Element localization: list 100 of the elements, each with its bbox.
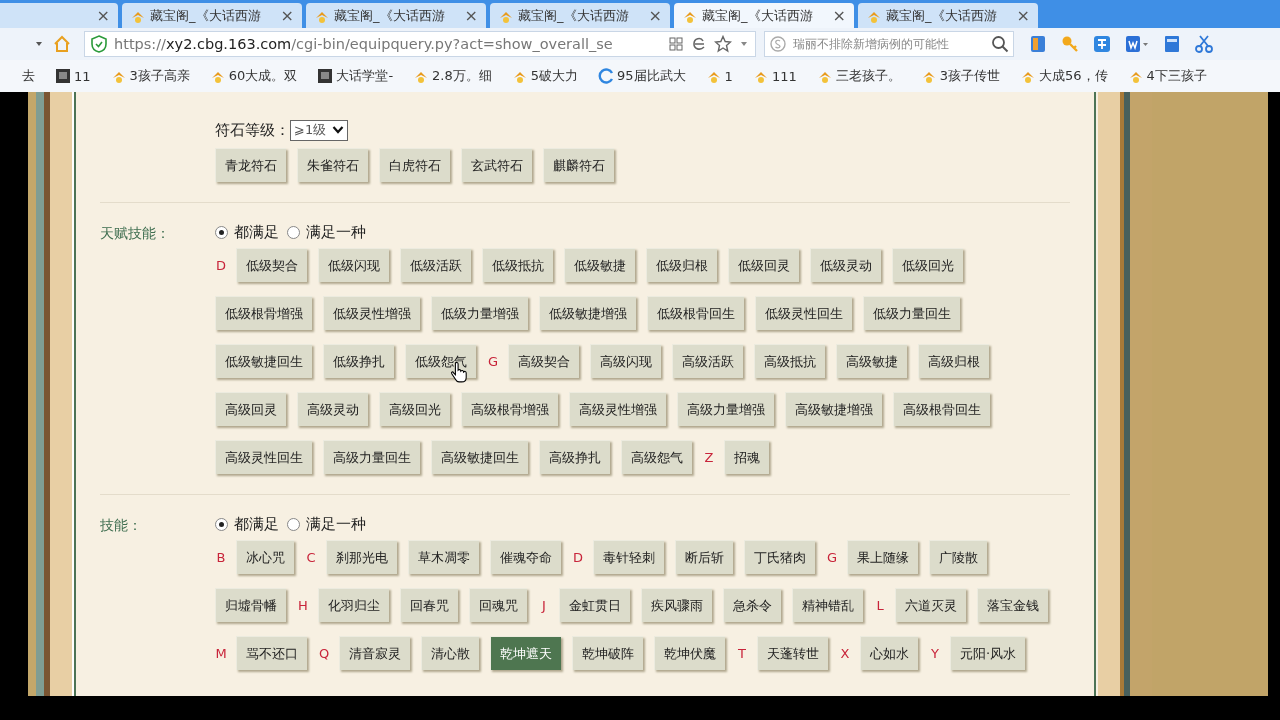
option-button[interactable]: 断后斩 <box>675 540 733 574</box>
option-button[interactable]: 乾坤破阵 <box>572 636 643 670</box>
star-icon[interactable] <box>714 35 732 53</box>
radio-button[interactable] <box>215 225 228 239</box>
browser-tab[interactable]: 藏宝阁_《大话西游 × <box>306 3 486 28</box>
option-button[interactable]: 低级灵动 <box>810 248 881 282</box>
option-button[interactable]: 果上随缘 <box>847 540 918 574</box>
translate-icon[interactable] <box>1092 34 1112 54</box>
option-button[interactable]: 高级根骨回生 <box>893 392 990 426</box>
search-engine-icon[interactable] <box>769 35 787 53</box>
option-button[interactable]: 回春咒 <box>400 588 458 622</box>
option-button[interactable]: 毒针轻刺 <box>593 540 664 574</box>
option-button[interactable]: 低级归根 <box>646 248 717 282</box>
bookmark[interactable]: 5破大力 <box>511 67 579 85</box>
option-button[interactable]: 低级敏捷回生 <box>215 344 312 378</box>
browser-tab[interactable]: 藏宝阁_《大话西游 × <box>122 3 302 28</box>
option-button[interactable]: 低级敏捷增强 <box>539 296 636 330</box>
bookmark[interactable]: 111 <box>752 68 797 84</box>
option-button[interactable]: 高级归根 <box>918 344 989 378</box>
option-button[interactable]: 高级灵性回生 <box>215 440 312 474</box>
close-button[interactable]: × <box>464 6 478 25</box>
bookmark[interactable]: 11 <box>55 68 91 84</box>
close-button[interactable]: × <box>832 6 846 25</box>
option-button[interactable]: 高级灵性增强 <box>569 392 666 426</box>
close-button[interactable]: × <box>648 6 662 25</box>
bookmark[interactable]: 大话学堂- <box>317 67 394 85</box>
option-button[interactable]: 疾风骤雨 <box>641 588 712 622</box>
bookmark[interactable]: 3孩子传世 <box>920 67 1000 85</box>
option-button[interactable]: 高级回灵 <box>215 392 286 426</box>
option-button[interactable]: 归墟骨幡 <box>215 588 286 622</box>
bookmark[interactable]: 大成56，传 <box>1020 67 1108 85</box>
option-button[interactable]: 金虹贯日 <box>559 588 630 622</box>
radio-option[interactable]: 都满足 <box>215 222 279 242</box>
option-button[interactable]: 骂不还口 <box>236 636 307 670</box>
option-button[interactable]: 高级根骨增强 <box>461 392 558 426</box>
grid-icon[interactable] <box>668 36 684 52</box>
option-button[interactable]: 白虎符石 <box>379 148 450 182</box>
option-button[interactable]: 高级敏捷回生 <box>431 440 528 474</box>
option-button[interactable]: 低级挣扎 <box>323 344 394 378</box>
browser-tab[interactable]: × <box>0 3 118 28</box>
option-button[interactable]: 乾坤伏魔 <box>654 636 725 670</box>
option-button[interactable]: 丁氏猪肉 <box>744 540 815 574</box>
globe-icon[interactable] <box>598 68 615 84</box>
option-button[interactable]: 落宝金钱 <box>977 588 1048 622</box>
option-button[interactable]: 低级抵抗 <box>482 248 553 282</box>
option-button[interactable]: 低级灵性增强 <box>323 296 420 330</box>
radio-button[interactable] <box>215 517 228 531</box>
option-button[interactable]: 高级灵动 <box>297 392 368 426</box>
option-button[interactable]: 低级回灵 <box>728 248 799 282</box>
search-icon[interactable] <box>991 35 1009 53</box>
option-button[interactable]: 冰心咒 <box>236 540 294 574</box>
option-button[interactable]: 麒麟符石 <box>543 148 614 182</box>
option-button[interactable]: 精神错乱 <box>792 588 863 622</box>
browser-tab[interactable]: 藏宝阁_《大话西游 × <box>858 3 1038 28</box>
option-button[interactable]: 高级回光 <box>379 392 450 426</box>
option-button[interactable]: 刹那光电 <box>326 540 397 574</box>
shield-icon[interactable] <box>91 35 107 53</box>
option-button[interactable]: 化羽归尘 <box>318 588 389 622</box>
address-field[interactable]: https://xy2.cbg.163.com/cgi-bin/equipquery.py?act=show_overall_se <box>84 31 756 57</box>
option-button[interactable]: 低级灵性回生 <box>755 296 852 330</box>
option-button[interactable]: 高级敏捷增强 <box>785 392 882 426</box>
bookmark[interactable]: 95届比武大 <box>598 67 686 85</box>
option-button[interactable]: 六道灭灵 <box>895 588 966 622</box>
option-button[interactable]: 心如水 <box>860 636 918 670</box>
option-button[interactable]: 高级力量回生 <box>323 440 420 474</box>
radio-option[interactable]: 满足一种 <box>287 222 366 242</box>
option-button[interactable]: 回魂咒 <box>469 588 527 622</box>
bookmark[interactable]: 三老孩子。 <box>816 67 901 85</box>
bookmark[interactable]: 去 <box>22 67 35 85</box>
option-button[interactable]: 低级怨气 <box>405 344 476 378</box>
option-button[interactable]: 高级活跃 <box>672 344 743 378</box>
option-button[interactable]: 玄武符石 <box>461 148 532 182</box>
option-button[interactable]: 招魂 <box>724 440 769 474</box>
search-field[interactable]: 瑞丽不排除新增病例的可能性 <box>764 31 1014 57</box>
scissors-icon[interactable] <box>1194 34 1214 54</box>
option-button[interactable]: 高级闪现 <box>590 344 661 378</box>
document-icon[interactable] <box>1124 34 1150 54</box>
option-button[interactable]: 天蓬转世 <box>757 636 828 670</box>
home-icon[interactable] <box>52 34 72 54</box>
bookmark[interactable]: 60大成。双 <box>209 67 298 85</box>
radio-option[interactable]: 都满足 <box>215 514 279 534</box>
option-button[interactable]: 青龙符石 <box>215 148 286 182</box>
close-button[interactable]: × <box>280 6 294 25</box>
option-button[interactable]: 元阳·风水 <box>950 636 1026 670</box>
option-button[interactable]: 低级闪现 <box>318 248 389 282</box>
bookmark[interactable]: 2.8万。细 <box>413 67 492 85</box>
option-button[interactable]: 低级力量回生 <box>863 296 960 330</box>
option-button[interactable]: 草木凋零 <box>408 540 479 574</box>
bookmark[interactable]: 4下三孩子 <box>1127 67 1207 85</box>
page-icon[interactable] <box>55 68 71 84</box>
option-button[interactable]: 急杀令 <box>723 588 781 622</box>
chevron-down-icon[interactable] <box>332 125 345 135</box>
sidebar-icon[interactable] <box>1028 34 1048 54</box>
grade-select[interactable]: ⩾1级 <box>290 119 349 141</box>
option-button[interactable]: 催魂夺命 <box>490 540 561 574</box>
option-button[interactable]: 高级力量增强 <box>677 392 774 426</box>
close-button[interactable]: × <box>1016 6 1030 25</box>
option-button[interactable]: 低级根骨增强 <box>215 296 312 330</box>
browser-tab[interactable]: 藏宝阁_《大话西游 × <box>674 3 854 28</box>
option-button[interactable]: 高级契合 <box>508 344 579 378</box>
